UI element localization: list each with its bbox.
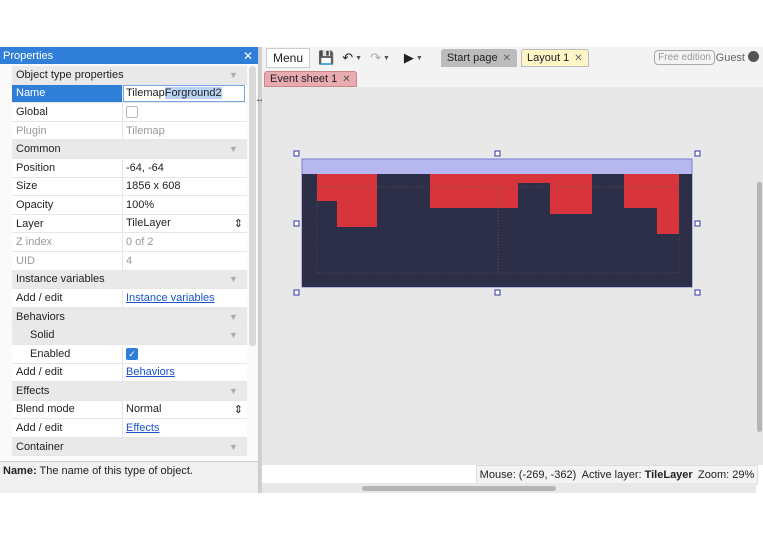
user-icon[interactable] bbox=[748, 51, 759, 62]
save-icon[interactable]: 💾 bbox=[318, 50, 334, 66]
effects-link[interactable]: Effects bbox=[126, 422, 159, 434]
chevron-down-icon[interactable]: ▼ bbox=[229, 70, 247, 80]
tab-layout-1[interactable]: Layout 1 ✕ bbox=[521, 49, 589, 67]
name-input[interactable]: Tilemap Forground2 bbox=[123, 84, 245, 102]
chevron-down-icon[interactable]: ▼ bbox=[229, 386, 247, 396]
tab-start-page[interactable]: Start page ✕ bbox=[440, 49, 517, 67]
redo-icon[interactable]: ↷ bbox=[370, 50, 381, 66]
behaviors-link[interactable]: Behaviors bbox=[126, 366, 175, 378]
close-icon[interactable]: ✕ bbox=[243, 49, 253, 63]
chevron-down-icon[interactable]: ▼ bbox=[229, 330, 247, 340]
select-arrows-icon: ⇕ bbox=[233, 218, 243, 231]
tilemap-dark-tile bbox=[302, 174, 317, 287]
property-description: Name: The name of this type of object. bbox=[0, 461, 258, 493]
property-row-layer[interactable]: Layer TileLayer ⇕ bbox=[12, 214, 247, 234]
property-row-blend-mode[interactable]: Blend mode Normal ⇕ bbox=[12, 400, 247, 420]
select-arrows-icon: ⇕ bbox=[233, 403, 243, 416]
property-row-zindex: Z index 0 of 2 bbox=[12, 233, 247, 252]
canvas-horizontal-scrollbar[interactable] bbox=[262, 483, 756, 493]
instance-variables-link[interactable]: Instance variables bbox=[126, 292, 215, 304]
property-row-opacity[interactable]: Opacity 100% bbox=[12, 196, 247, 215]
size-value[interactable]: 1856 x 608 bbox=[126, 180, 180, 192]
chevron-down-icon[interactable]: ▼ bbox=[229, 312, 247, 322]
undo-icon[interactable]: ↶ bbox=[342, 50, 353, 66]
menu-button[interactable]: Menu bbox=[266, 48, 311, 68]
zoom-readout: Zoom: 29% bbox=[698, 469, 755, 481]
chevron-down-icon[interactable]: ▼ bbox=[229, 144, 247, 154]
property-row-enabled[interactable]: Enabled ✓ bbox=[12, 344, 247, 364]
property-row-size[interactable]: Size ▶1856 x 608 bbox=[12, 177, 247, 197]
category-solid[interactable]: Solid ▼ bbox=[12, 326, 247, 345]
layer-select[interactable]: TileLayer ⇕ bbox=[126, 217, 247, 230]
canvas-vertical-scrollbar[interactable] bbox=[756, 87, 763, 465]
properties-grid: Object type properties ▼ Name Tilemap For… bbox=[12, 66, 247, 457]
property-row-position[interactable]: Position ▶-64, -64 bbox=[12, 158, 247, 178]
property-row-add-edit-effects: Add / edit Effects bbox=[12, 419, 247, 438]
properties-header: Properties ✕ bbox=[0, 47, 258, 64]
mouse-readout: Mouse: (-269, -362) bbox=[479, 469, 577, 481]
category-instance-variables[interactable]: Instance variables ▼ bbox=[12, 270, 247, 290]
status-bar: Mouse: (-269, -362) Active layer: TileLa… bbox=[476, 465, 758, 485]
guest-label[interactable]: Guest bbox=[716, 52, 745, 64]
close-icon[interactable]: ✕ bbox=[342, 74, 350, 85]
properties-title: Properties bbox=[3, 49, 54, 62]
properties-scrollbar[interactable] bbox=[249, 66, 256, 346]
property-row-global[interactable]: Global bbox=[12, 103, 247, 122]
chevron-down-icon[interactable]: ▼ bbox=[416, 55, 423, 62]
main-toolbar: Menu 💾 ↶ ▼ ↷ ▼ ▶ ▼ Start page ✕ Layout 1 ✕ Fr… bbox=[262, 47, 763, 69]
opacity-value[interactable]: 100% bbox=[122, 196, 247, 214]
chevron-down-icon[interactable]: ▼ bbox=[229, 274, 247, 284]
category-object-type-properties[interactable]: Object type properties ▼ bbox=[12, 66, 247, 85]
property-row-add-edit-behaviors: Add / edit Behaviors bbox=[12, 363, 247, 383]
property-row-uid: UID 4 bbox=[12, 251, 247, 271]
layout-view[interactable] bbox=[262, 87, 756, 465]
layout-canvas[interactable] bbox=[262, 87, 756, 465]
position-value[interactable]: -64, -64 bbox=[126, 162, 164, 174]
enabled-checkbox[interactable]: ✓ bbox=[126, 347, 138, 360]
close-icon[interactable]: ✕ bbox=[503, 53, 511, 64]
property-row-name[interactable]: Name Tilemap Forground2 bbox=[12, 84, 247, 104]
secondary-tab-strip: Event sheet 1 ✕ bbox=[262, 69, 763, 87]
global-checkbox[interactable] bbox=[126, 105, 138, 118]
chevron-down-icon[interactable]: ▼ bbox=[383, 55, 390, 62]
category-common[interactable]: Common ▼ bbox=[12, 140, 247, 159]
property-row-plugin: Plugin Tilemap bbox=[12, 121, 247, 141]
chevron-down-icon[interactable]: ▼ bbox=[229, 442, 247, 452]
tilemap-dark-tile bbox=[679, 174, 692, 234]
close-icon[interactable]: ✕ bbox=[574, 53, 582, 64]
category-effects[interactable]: Effects ▼ bbox=[12, 382, 247, 401]
play-icon[interactable]: ▶ bbox=[404, 50, 414, 66]
category-behaviors[interactable]: Behaviors ▼ bbox=[12, 307, 247, 327]
scrollbar-thumb[interactable] bbox=[757, 182, 762, 432]
active-layer-readout: Active layer: TileLayer bbox=[581, 469, 693, 481]
blend-mode-select[interactable]: Normal ⇕ bbox=[126, 403, 247, 416]
free-edition-badge[interactable]: Free edition bbox=[654, 50, 715, 65]
scrollbar-thumb[interactable] bbox=[362, 486, 556, 491]
tab-event-sheet-1[interactable]: Event sheet 1 ✕ bbox=[264, 71, 357, 87]
chevron-down-icon[interactable]: ▼ bbox=[355, 55, 362, 62]
properties-panel: Properties ✕ Object type properties ▼ Na… bbox=[0, 47, 259, 493]
category-container[interactable]: Container ▼ bbox=[12, 437, 247, 457]
property-row-add-edit-instance-vars: Add / edit Instance variables bbox=[12, 289, 247, 308]
